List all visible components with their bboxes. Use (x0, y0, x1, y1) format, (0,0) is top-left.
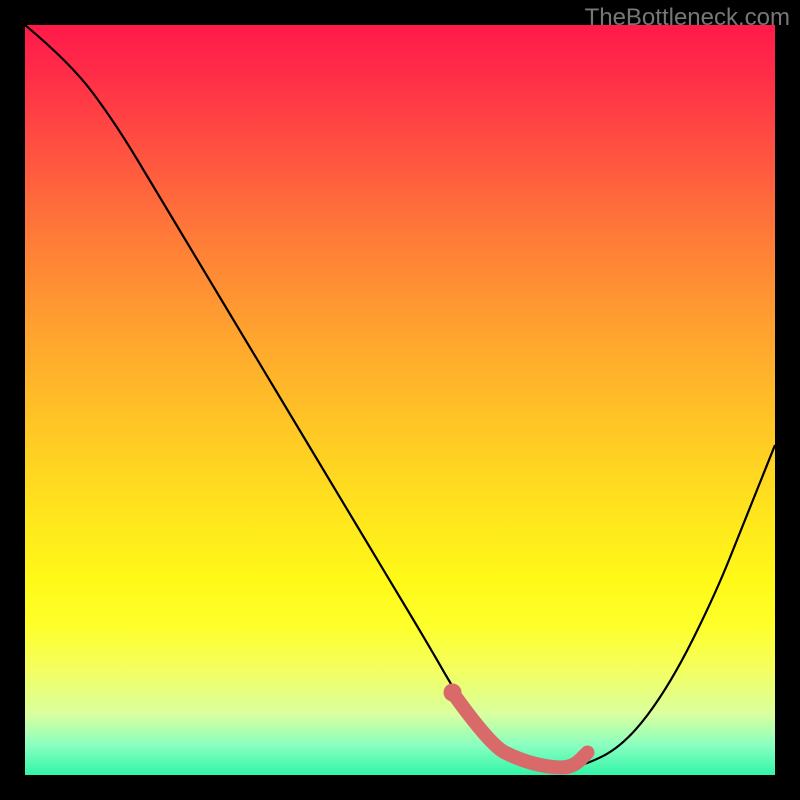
bottleneck-curve-path (25, 25, 775, 768)
optimal-range-highlight (453, 693, 588, 768)
chart-svg (25, 25, 775, 775)
optimal-start-dot (444, 684, 462, 702)
watermark-text: TheBottleneck.com (585, 4, 790, 32)
chart-container (25, 25, 775, 775)
